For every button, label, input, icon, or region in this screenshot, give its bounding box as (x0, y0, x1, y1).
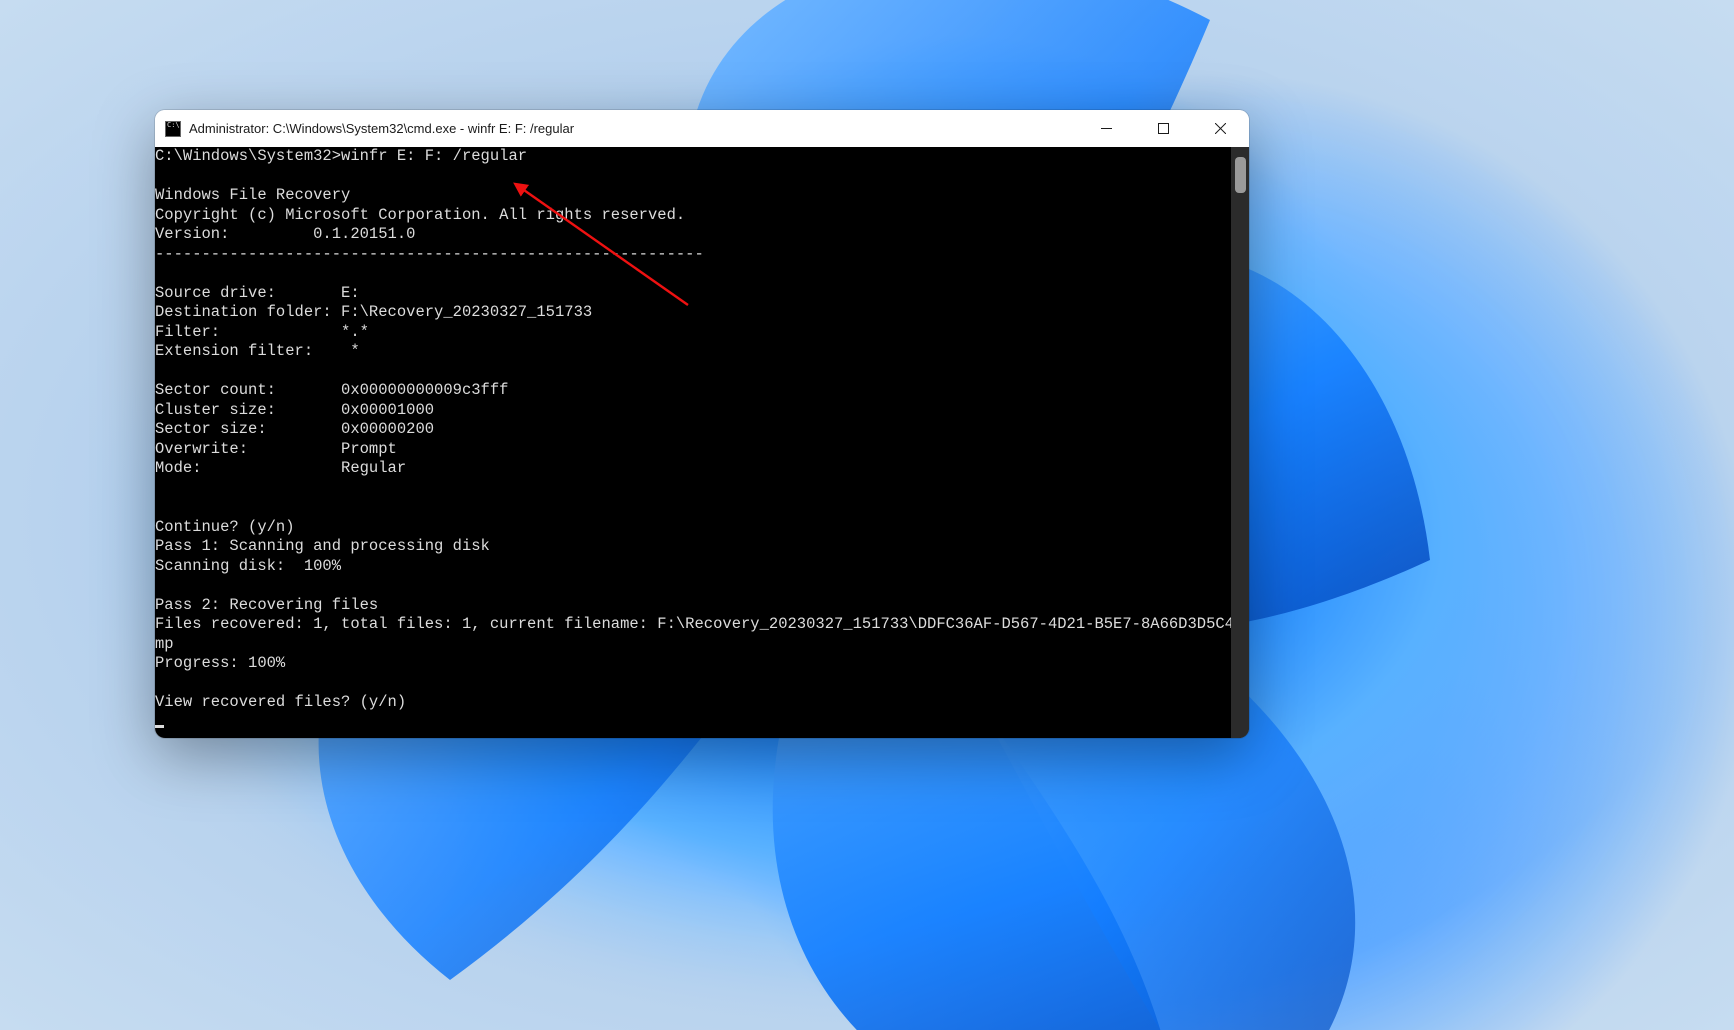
cmd-window: Administrator: C:\Windows\System32\cmd.e… (155, 110, 1249, 738)
files-recovered-line: Files recovered: 1, total files: 1, curr… (155, 615, 1231, 633)
window-title: Administrator: C:\Windows\System32\cmd.e… (189, 121, 1078, 136)
window-controls (1078, 110, 1249, 147)
maximize-button[interactable] (1135, 110, 1192, 147)
scrollbar-thumb[interactable] (1235, 157, 1246, 193)
scanning-line: Scanning disk: 100% (155, 557, 341, 575)
view-prompt: View recovered files? (y/n) (155, 693, 415, 711)
console-output[interactable]: C:\Windows\System32>winfr E: F: /regular… (155, 147, 1231, 738)
overwrite-line: Overwrite: Prompt (155, 440, 397, 458)
sector-size-line: Sector size: 0x00000200 (155, 420, 434, 438)
source-drive-line: Source drive: E: (155, 284, 360, 302)
vertical-scrollbar[interactable] (1231, 147, 1249, 738)
pass2-line: Pass 2: Recovering files (155, 596, 378, 614)
text-cursor (155, 725, 164, 728)
version-line: Version: 0.1.20151.0 (155, 225, 415, 243)
cmd-icon (165, 121, 181, 137)
prompt-path: C:\Windows\System32> (155, 147, 341, 165)
pass1-line: Pass 1: Scanning and processing disk (155, 537, 490, 555)
typed-command: winfr E: F: /regular (341, 147, 527, 165)
mode-line: Mode: Regular (155, 459, 406, 477)
minimize-button[interactable] (1078, 110, 1135, 147)
filter-line: Filter: *.* (155, 323, 369, 341)
destination-line: Destination folder: F:\Recovery_20230327… (155, 303, 592, 321)
close-button[interactable] (1192, 110, 1249, 147)
header-name: Windows File Recovery (155, 186, 350, 204)
console-area: C:\Windows\System32>winfr E: F: /regular… (155, 147, 1249, 738)
copyright-line: Copyright (c) Microsoft Corporation. All… (155, 206, 685, 224)
ext-filter-line: Extension filter: * (155, 342, 360, 360)
continue-prompt: Continue? (y/n) (155, 518, 304, 536)
separator-line: ----------------------------------------… (155, 245, 704, 263)
progress-line: Progress: 100% (155, 654, 285, 672)
files-recovered-wrap: mp (155, 635, 174, 653)
cluster-size-line: Cluster size: 0x00001000 (155, 401, 434, 419)
sector-count-line: Sector count: 0x00000000009c3fff (155, 381, 508, 399)
titlebar[interactable]: Administrator: C:\Windows\System32\cmd.e… (155, 110, 1249, 148)
